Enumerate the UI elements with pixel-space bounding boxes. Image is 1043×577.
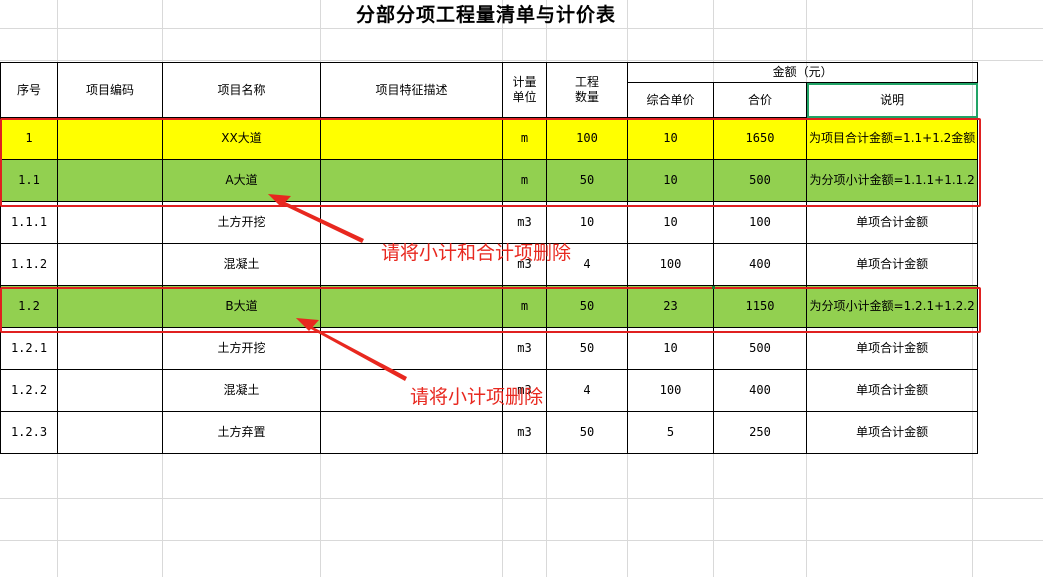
annotation-note-delete-subtotal-total: 请将小计和合计项删除 [381, 242, 572, 264]
annotation-arrows [268, 194, 407, 381]
annotation-note-delete-subtotal: 请将小计项删除 [410, 386, 544, 408]
arrow-2-icon [296, 318, 407, 381]
